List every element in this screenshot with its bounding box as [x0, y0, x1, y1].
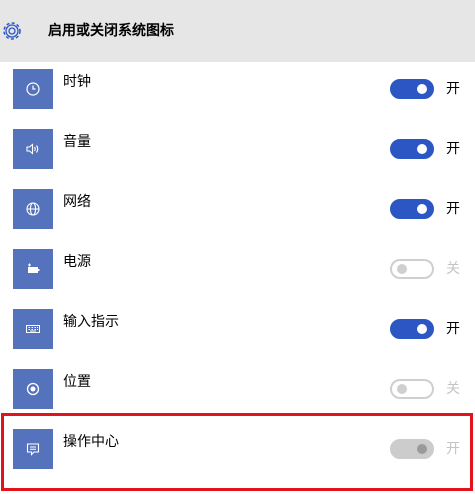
- toggle-knob: [417, 324, 427, 334]
- setting-row-power: 电源 关: [0, 242, 475, 302]
- setting-label: 输入指示: [63, 314, 119, 330]
- volume-icon: [13, 129, 53, 169]
- toggle-switch-power[interactable]: [390, 259, 434, 279]
- gear-icon: [3, 22, 21, 40]
- toggle-knob: [417, 84, 427, 94]
- clock-icon: [13, 69, 53, 109]
- toggle-switch-input-indicator[interactable]: [390, 319, 434, 339]
- network-globe-icon: [13, 189, 53, 229]
- location-icon: [13, 369, 53, 409]
- page-title: 启用或关闭系统图标: [48, 23, 174, 39]
- toggle-switch-network[interactable]: [390, 199, 434, 219]
- toggle-state-label: 关: [446, 381, 460, 397]
- toggle-knob: [397, 264, 407, 274]
- setting-label: 网络: [63, 194, 91, 210]
- toggle-state-label: 开: [446, 141, 460, 157]
- setting-label: 时钟: [63, 74, 91, 90]
- setting-row-network: 网络 开: [0, 182, 475, 242]
- toggle-knob: [417, 204, 427, 214]
- toggle-state-label: 开: [446, 81, 460, 97]
- toggle-state-label: 开: [446, 321, 460, 337]
- keyboard-icon: [13, 309, 53, 349]
- setting-row-volume: 音量 开: [0, 122, 475, 182]
- setting-label: 音量: [63, 134, 91, 150]
- toggle-switch-volume[interactable]: [390, 139, 434, 159]
- toggle-state-label: 开: [446, 201, 460, 217]
- setting-row-clock: 时钟 开: [0, 62, 475, 122]
- settings-header: 启用或关闭系统图标: [0, 0, 475, 62]
- toggle-switch-clock[interactable]: [390, 79, 434, 99]
- setting-row-input-indicator: 输入指示 开: [0, 302, 475, 362]
- toggle-knob: [397, 384, 407, 394]
- setting-label: 电源: [63, 254, 91, 270]
- toggle-switch-location[interactable]: [390, 379, 434, 399]
- highlight-annotation-box: [1, 413, 473, 491]
- power-battery-icon: [13, 249, 53, 289]
- setting-label: 位置: [63, 374, 91, 390]
- toggle-state-label: 关: [446, 261, 460, 277]
- toggle-knob: [417, 144, 427, 154]
